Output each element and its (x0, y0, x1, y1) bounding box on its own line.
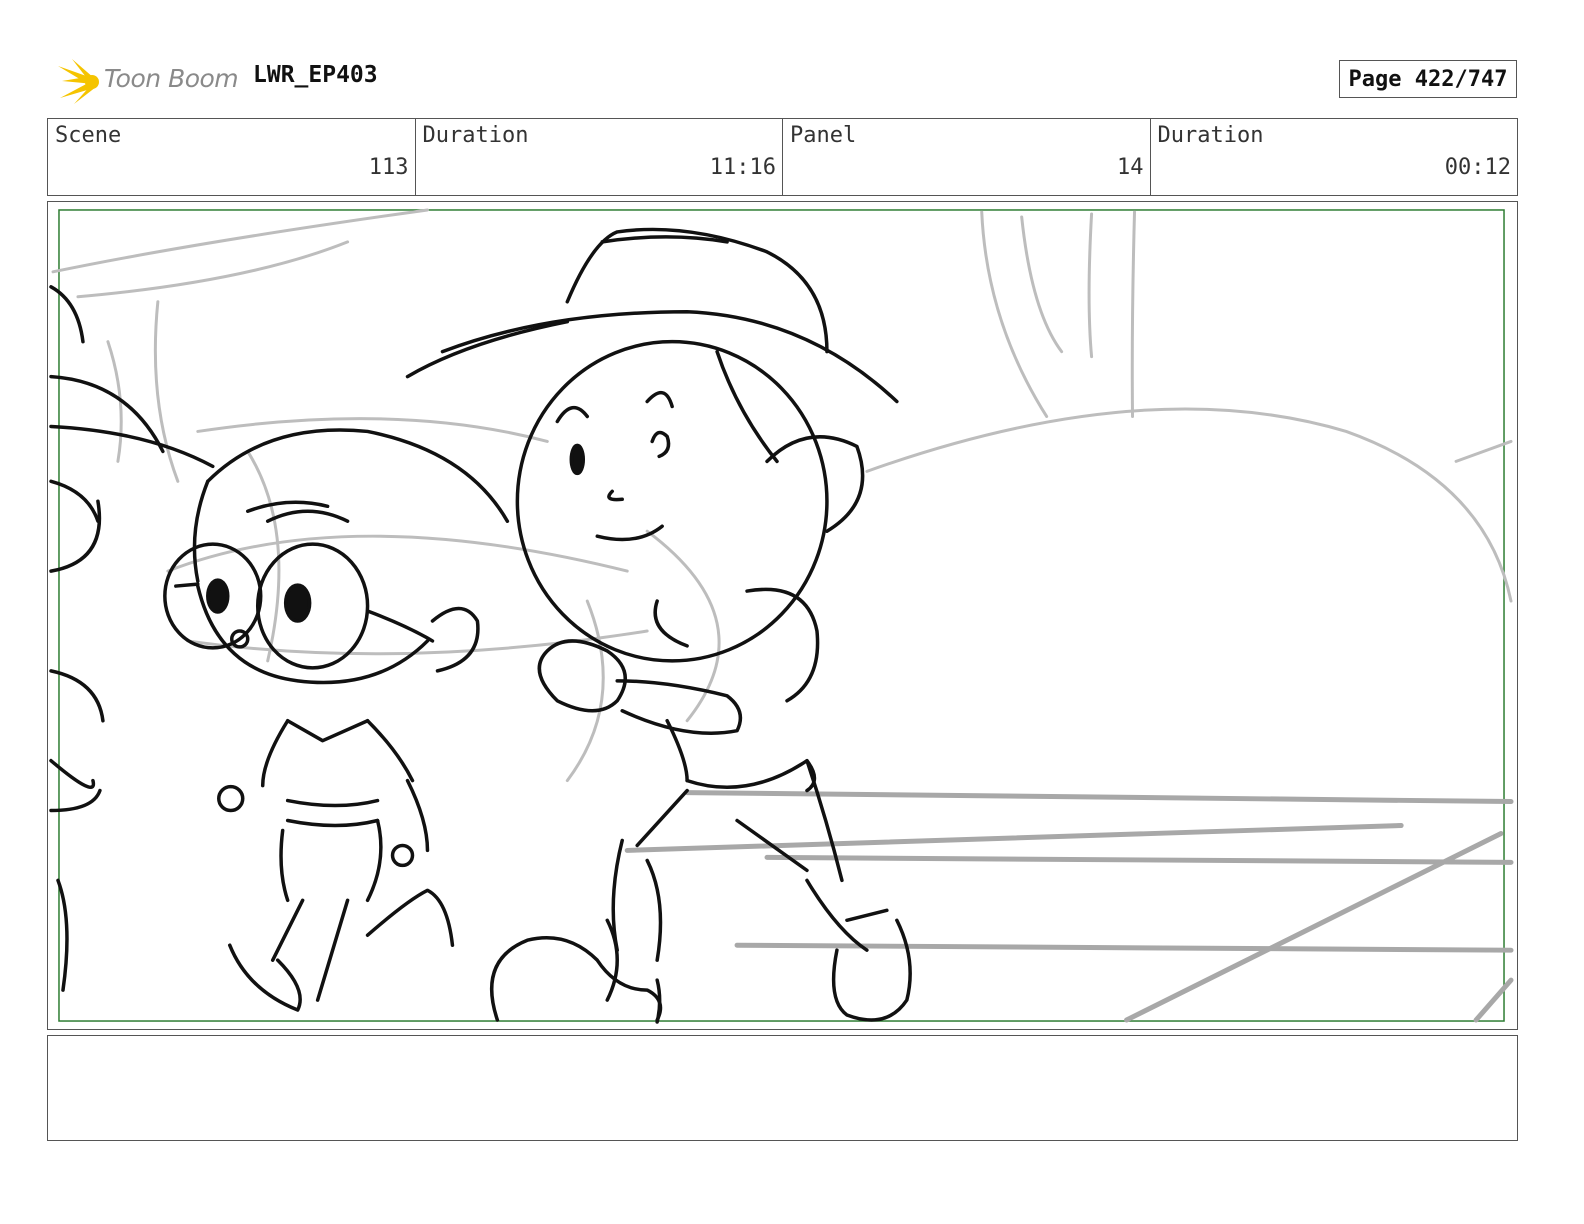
panel-duration-label: Duration (1157, 123, 1264, 148)
scene-duration-value: 11:16 (709, 155, 776, 180)
panel-duration-cell: Duration 00:12 (1151, 119, 1518, 195)
scene-label: Scene (55, 123, 122, 148)
page-indicator: Page 422/747 (1339, 60, 1517, 98)
page-number: Page 422/747 (1348, 66, 1508, 92)
scene-cell: Scene 113 (48, 119, 416, 195)
panel-duration-value: 00:12 (1444, 155, 1511, 180)
character-sketch-lines (49, 227, 912, 1024)
sketch-artwork (49, 208, 1514, 1024)
panel-cell: Panel 14 (783, 119, 1151, 195)
brand-name: Toon Boom (104, 64, 239, 93)
panel-notes-box (47, 1035, 1518, 1141)
storyboard-panel (47, 201, 1518, 1030)
scene-duration-cell: Duration 11:16 (416, 119, 783, 195)
scene-duration-label: Duration (422, 123, 529, 148)
project-title: LWR_EP403 (253, 62, 378, 88)
rough-background-lines (51, 208, 1513, 783)
scene-value: 113 (368, 155, 409, 180)
panel-value: 14 (1117, 155, 1144, 180)
panel-label: Panel (790, 123, 857, 148)
rough-floor-lines (624, 790, 1514, 1023)
scene-info-table: Scene 113 Duration 11:16 Panel 14 Durati… (47, 118, 1518, 196)
